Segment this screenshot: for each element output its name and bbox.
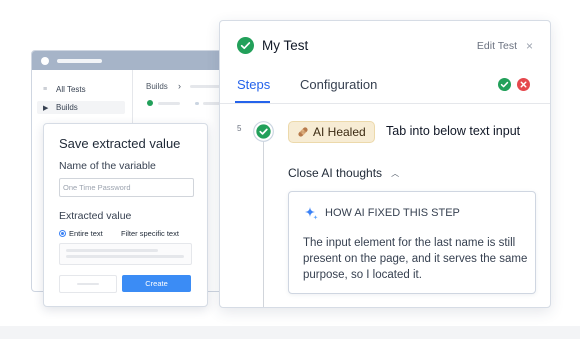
extracted-value-preview bbox=[59, 243, 192, 265]
radio-selected-icon bbox=[59, 230, 66, 237]
row-placeholder bbox=[158, 102, 180, 105]
sidebar-item-all-tests[interactable]: ≡ All Tests bbox=[43, 85, 86, 94]
badge-label: AI Healed bbox=[313, 125, 366, 139]
step-passed-icon bbox=[253, 121, 274, 142]
variable-name-input[interactable] bbox=[59, 178, 194, 197]
create-button[interactable]: Create bbox=[122, 275, 191, 292]
breadcrumb-placeholder bbox=[190, 85, 220, 88]
cancel-button[interactable] bbox=[59, 275, 117, 293]
test-title: My Test bbox=[262, 38, 309, 53]
caret-right-icon: ▶ bbox=[43, 104, 49, 112]
ai-thoughts-card: HOW AI FIXED THIS STEP The input element… bbox=[288, 191, 536, 294]
save-extracted-value-dialog: Save extracted value Name of the variabl… bbox=[43, 123, 208, 307]
chevron-up-icon: ︿ bbox=[391, 168, 400, 178]
window-dot bbox=[41, 57, 49, 65]
window-title-placeholder bbox=[57, 59, 102, 63]
tab-configuration[interactable]: Configuration bbox=[300, 77, 377, 92]
dialog-title: Save extracted value bbox=[59, 136, 181, 151]
radio-label: Entire text bbox=[69, 229, 103, 238]
window-titlebar bbox=[32, 51, 232, 70]
bandage-icon bbox=[298, 127, 308, 137]
text-placeholder bbox=[66, 255, 184, 258]
page-bottom-band bbox=[0, 326, 580, 339]
sparkle-icon bbox=[305, 207, 318, 220]
radio-filter-specific-text[interactable]: Filter specific text bbox=[121, 229, 179, 238]
ai-card-heading: HOW AI FIXED THIS STEP bbox=[325, 207, 460, 219]
sidebar-item-label: Builds bbox=[56, 103, 78, 112]
toggle-label: Close AI thoughts bbox=[288, 166, 383, 180]
row-icon-placeholder bbox=[195, 102, 199, 105]
ai-card-body: The input element for the last name is s… bbox=[303, 237, 528, 281]
close-ai-thoughts-toggle[interactable]: Close AI thoughts ︿ bbox=[288, 166, 399, 180]
fail-status-icon[interactable] bbox=[517, 78, 530, 91]
radio-entire-text[interactable]: Entire text bbox=[59, 229, 103, 238]
radio-label: Filter specific text bbox=[121, 229, 179, 238]
step-number: 5 bbox=[237, 124, 242, 133]
status-check-icon bbox=[147, 100, 153, 106]
step-timeline-rail bbox=[263, 141, 264, 307]
close-icon[interactable]: × bbox=[526, 39, 533, 53]
tab-steps[interactable]: Steps bbox=[237, 77, 270, 92]
text-placeholder bbox=[66, 249, 158, 252]
sidebar-item-label: All Tests bbox=[56, 85, 86, 94]
sidebar-item-builds[interactable]: ▶ Builds bbox=[37, 101, 125, 114]
extracted-value-label: Extracted value bbox=[59, 210, 132, 222]
pass-status-icon[interactable] bbox=[498, 78, 511, 91]
breadcrumb[interactable]: Builds bbox=[146, 82, 168, 91]
variable-name-label: Name of the variable bbox=[59, 160, 156, 172]
tab-divider bbox=[220, 103, 550, 104]
list-icon: ≡ bbox=[43, 86, 48, 93]
chevron-right-icon: › bbox=[178, 81, 181, 91]
check-circle-icon bbox=[237, 37, 254, 54]
edit-test-link[interactable]: Edit Test bbox=[477, 40, 517, 52]
ai-healed-badge: AI Healed bbox=[288, 121, 375, 143]
test-panel: My Test Edit Test × Steps Configuration … bbox=[219, 20, 551, 308]
step-description: Tab into below text input bbox=[386, 124, 521, 138]
ai-card-header: HOW AI FIXED THIS STEP bbox=[303, 205, 460, 221]
button-label-placeholder bbox=[77, 283, 99, 285]
